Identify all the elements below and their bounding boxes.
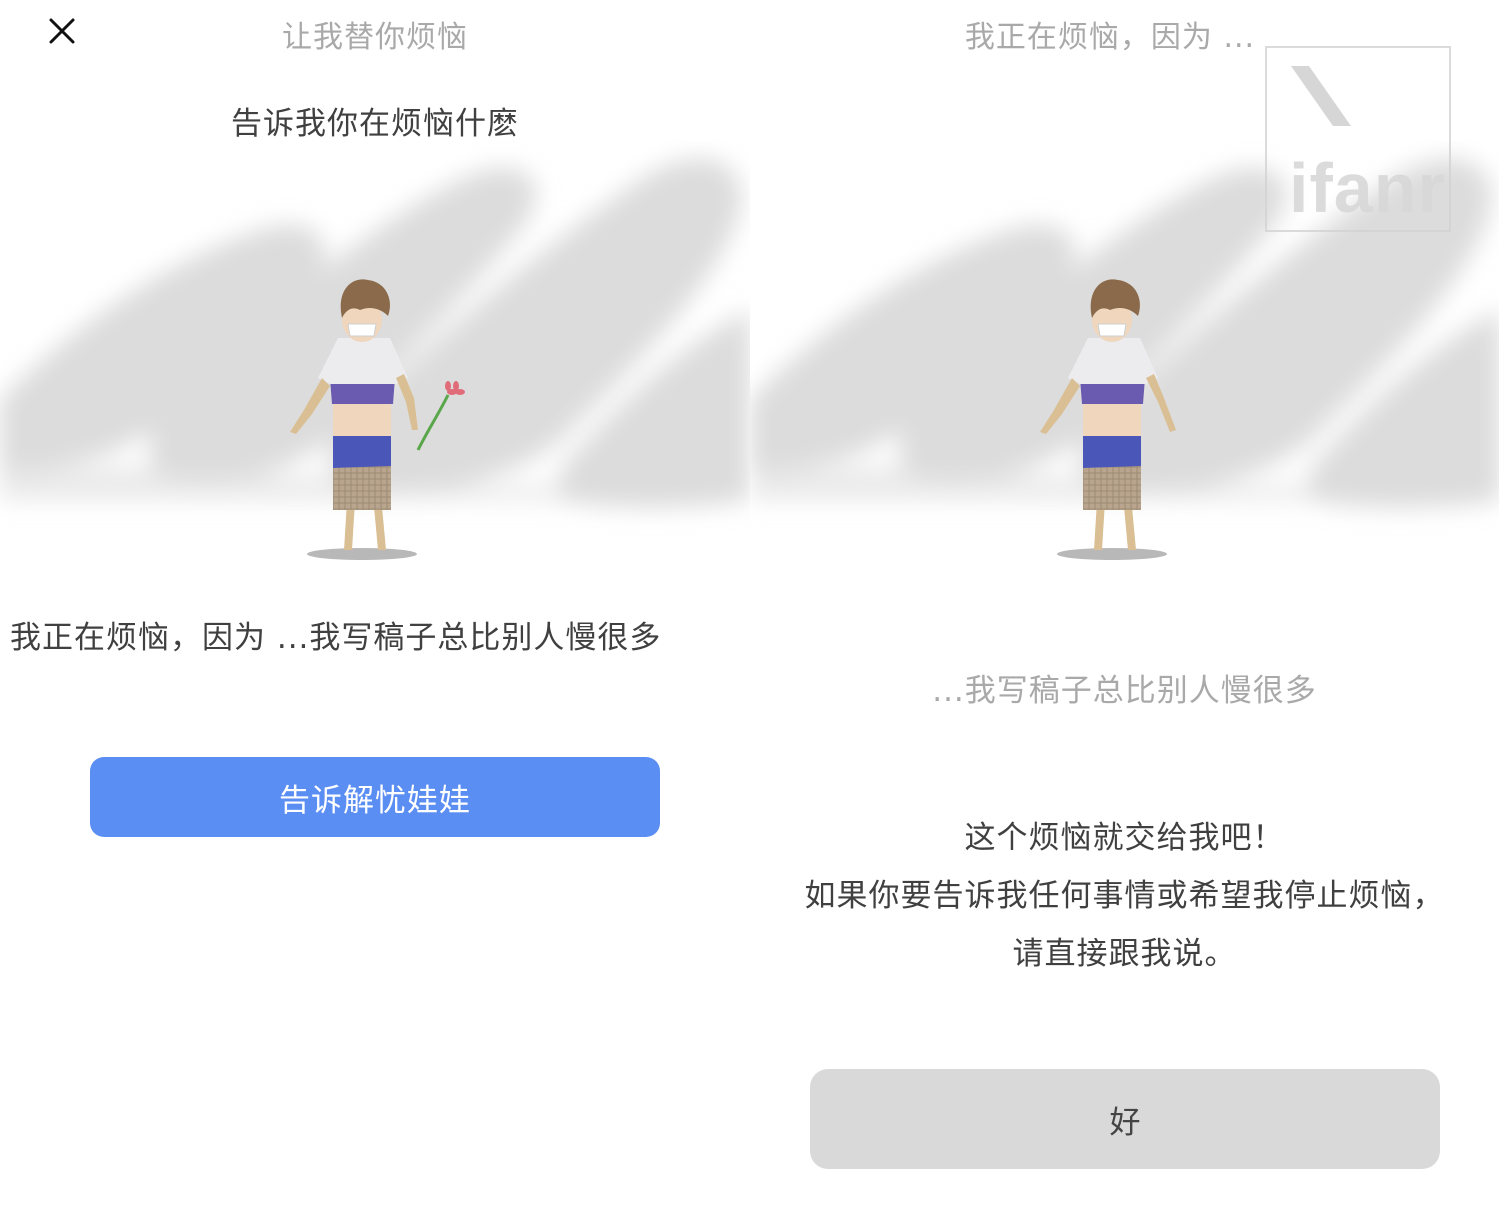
message-line: 请直接跟我说。 xyxy=(1012,936,1237,972)
right-screen: 我正在烦恼，因为 ... ifanr ...我写稿子总比别人慢很多 这个烦恼就交… xyxy=(750,0,1499,1228)
worry-text: 我正在烦恼，因为 ...我写稿子总比别人慢很多 xyxy=(10,620,662,656)
left-screen: 让我替你烦恼 告诉我你在烦恼什麽 我正在烦恼，因为 ...我写稿子总比别人慢很多… xyxy=(0,0,750,1228)
message-line: 如果你要告诉我任何事情或希望我停止烦恼， xyxy=(804,878,1445,914)
ok-button[interactable]: 好 xyxy=(810,1069,1440,1169)
echo-text: ...我写稿子总比别人慢很多 xyxy=(932,673,1317,709)
message-line: 这个烦恼就交给我吧！ xyxy=(964,820,1285,856)
watermark-logo: ifanr xyxy=(1265,46,1451,232)
watermark-text: ifanr xyxy=(1289,149,1446,227)
tell-doll-button[interactable]: 告诉解忧娃娃 xyxy=(90,757,660,837)
screen-title: 让我替你烦恼 xyxy=(282,20,468,55)
worry-doll-illustration xyxy=(0,140,750,580)
prompt-text: 告诉我你在烦恼什麽 xyxy=(231,106,519,142)
slash-icon xyxy=(1291,66,1351,126)
